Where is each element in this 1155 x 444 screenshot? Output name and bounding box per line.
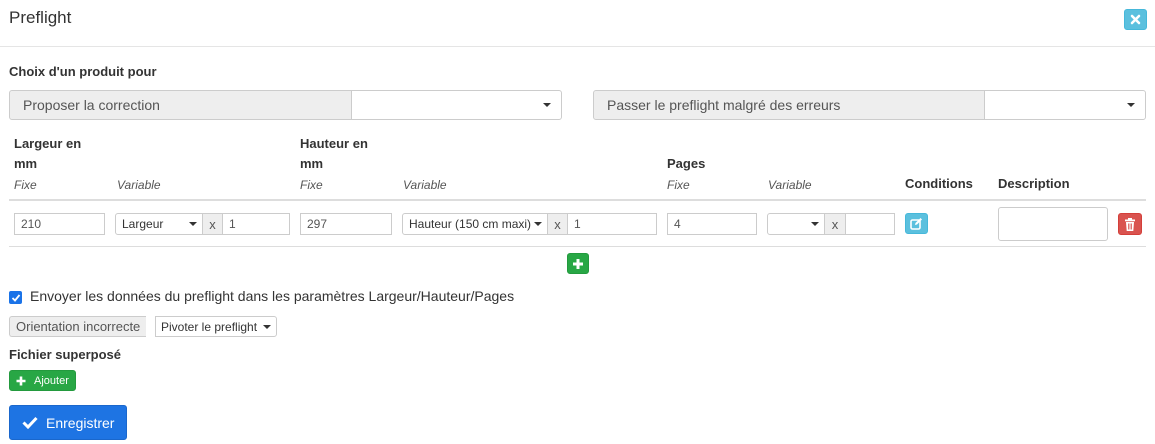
- description-input[interactable]: [998, 207, 1108, 241]
- height-multiplier-addon: x: [547, 213, 568, 235]
- close-button[interactable]: [1124, 9, 1147, 30]
- width-header: Largeur en mm: [14, 134, 81, 174]
- header-divider: [0, 46, 1155, 47]
- width-header-line1: Largeur en: [14, 136, 82, 151]
- propose-correction-label: Proposer la correction: [9, 90, 352, 120]
- delete-row-button[interactable]: [1118, 213, 1142, 235]
- table-row-divider: [9, 246, 1146, 247]
- pages-multiplier-addon: x: [824, 213, 846, 235]
- close-icon: [1130, 14, 1141, 25]
- height-header: Hauteur en mm: [300, 134, 368, 174]
- checkmark-icon: [22, 416, 38, 429]
- width-header-line2: mm: [14, 156, 38, 171]
- chevron-down-icon: [534, 222, 542, 226]
- description-header: Description: [998, 176, 1070, 191]
- propose-correction-text: Proposer la correction: [23, 97, 160, 113]
- width-multiplier-addon: x: [202, 213, 223, 235]
- height-fixed-subheader: Fixe: [300, 178, 323, 192]
- width-variable-select[interactable]: Largeur: [115, 213, 203, 235]
- plus-icon: [573, 258, 583, 269]
- orientation-select[interactable]: Pivoter le preflight: [155, 316, 278, 337]
- width-fixed-subheader: Fixe: [14, 178, 37, 192]
- chevron-down-icon: [543, 103, 551, 107]
- chevron-down-icon: [811, 222, 819, 226]
- width-variable-subheader: Variable: [117, 178, 161, 192]
- overlay-file-heading: Fichier superposé: [9, 347, 121, 362]
- pages-fixed-subheader: Fixe: [667, 178, 690, 192]
- add-row-button[interactable]: [567, 253, 589, 274]
- pass-preflight-text: Passer le preflight malgré des erreurs: [607, 97, 841, 113]
- height-fixed-input[interactable]: 297: [300, 213, 392, 235]
- height-variable-subheader: Variable: [403, 178, 447, 192]
- send-data-label: Envoyer les données du preflight dans le…: [30, 288, 515, 304]
- edit-conditions-button[interactable]: [905, 213, 928, 234]
- edit-icon: [910, 218, 922, 230]
- orientation-value: Pivoter le preflight: [161, 319, 258, 334]
- add-overlay-button[interactable]: Ajouter: [9, 370, 76, 391]
- product-choice-heading: Choix d'un produit pour: [9, 64, 157, 79]
- send-data-checkbox[interactable]: [9, 291, 22, 304]
- propose-correction-select[interactable]: [351, 90, 562, 120]
- pages-header: Pages: [667, 156, 706, 171]
- chevron-down-icon: [263, 324, 272, 329]
- modal-title: Preflight: [9, 8, 72, 27]
- add-overlay-label: Ajouter: [34, 374, 69, 387]
- pass-preflight-select[interactable]: [984, 90, 1146, 120]
- height-header-line1: Hauteur en: [300, 136, 368, 151]
- trash-icon: [1125, 217, 1135, 231]
- pages-fixed-input[interactable]: 4: [667, 213, 757, 235]
- pages-variable-subheader: Variable: [768, 178, 812, 192]
- save-button[interactable]: Enregistrer: [9, 405, 128, 440]
- height-variable-select[interactable]: Hauteur (150 cm maxi): [402, 213, 548, 235]
- table-header-divider: [9, 199, 1146, 201]
- chevron-down-icon: [189, 222, 197, 226]
- orientation-label: Orientation incorrecte: [9, 316, 147, 337]
- plus-icon: [16, 376, 26, 385]
- conditions-header: Conditions: [905, 176, 973, 191]
- save-label: Enregistrer: [46, 414, 115, 431]
- height-factor-input[interactable]: 1: [567, 213, 657, 235]
- pages-factor-input[interactable]: [845, 213, 895, 235]
- width-fixed-input[interactable]: 210: [14, 213, 105, 235]
- checkmark-icon: [11, 293, 20, 302]
- pass-preflight-label: Passer le preflight malgré des erreurs: [593, 90, 985, 120]
- width-variable-value: Largeur: [122, 217, 164, 231]
- height-variable-value: Hauteur (150 cm maxi): [409, 217, 532, 231]
- height-header-line2: mm: [300, 156, 324, 171]
- chevron-down-icon: [1127, 103, 1135, 107]
- pages-variable-select[interactable]: [767, 213, 825, 235]
- width-factor-input[interactable]: 1: [222, 213, 290, 235]
